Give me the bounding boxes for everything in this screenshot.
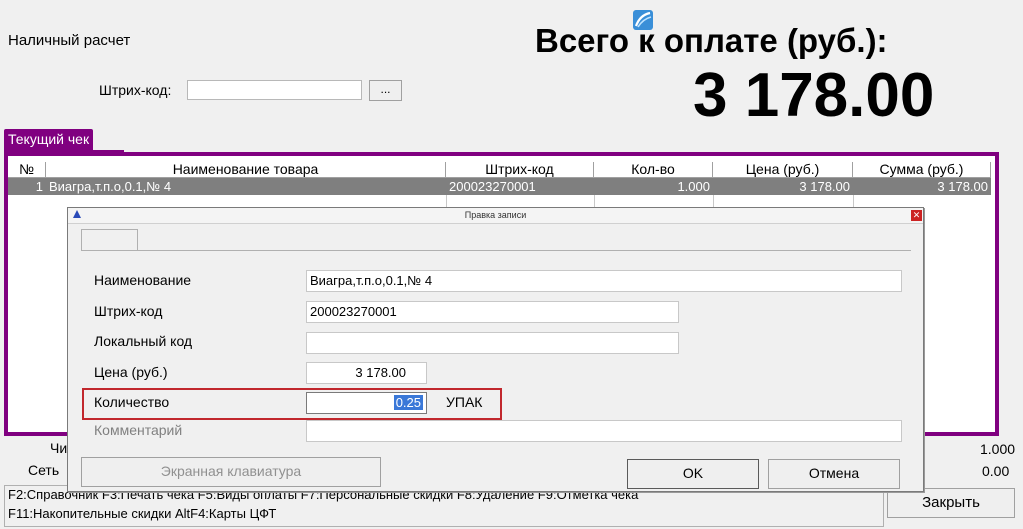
edit-record-dialog: Правка записи ✕ Наименование Виагра,т.п.… xyxy=(67,207,924,492)
cell-num: 1 xyxy=(35,179,43,194)
dialog-tab[interactable] xyxy=(81,229,138,250)
quantity-value: 0.25 xyxy=(393,395,423,410)
name-field[interactable]: Виагра,т.п.о,0.1,№ 4 xyxy=(306,270,902,292)
total-due-value: 3 178.00 xyxy=(693,61,935,130)
hotkey-hints-line-2: F11:Накопительные скидки AltF4:Карты ЦФТ xyxy=(8,506,277,521)
price-label: Цена (руб.) xyxy=(94,364,168,380)
col-header-sum[interactable]: Сумма (руб.) xyxy=(853,162,991,178)
comment-label: Комментарий xyxy=(94,422,183,438)
name-label: Наименование xyxy=(94,272,192,288)
cell-barcode: 200023270001 xyxy=(449,179,536,194)
dialog-close-icon[interactable]: ✕ xyxy=(911,210,922,221)
payment-mode-label: Наличный расчет xyxy=(8,32,131,49)
quantity-field[interactable]: 0.25 xyxy=(306,392,427,414)
receipt-table-header: № Наименование товара Штрих-код Кол-во Ц… xyxy=(8,162,991,178)
footer-value-network: 0.00 xyxy=(982,463,1010,479)
cell-qty: 1.000 xyxy=(677,179,710,194)
col-header-barcode[interactable]: Штрих-код xyxy=(446,162,594,178)
onscreen-keyboard-button[interactable]: Экранная клавиатура xyxy=(81,457,381,487)
dialog-app-icon xyxy=(73,210,81,218)
footer-label-count: Чи xyxy=(50,440,68,456)
close-button[interactable]: Закрыть xyxy=(887,488,1015,518)
barcode-browse-button[interactable]: ... xyxy=(369,80,402,101)
barcode-field[interactable]: 200023270001 xyxy=(306,301,679,323)
col-header-name[interactable]: Наименование товара xyxy=(46,162,446,178)
local-code-label: Локальный код xyxy=(94,333,193,349)
local-code-field[interactable] xyxy=(306,332,679,354)
comment-field[interactable] xyxy=(306,420,902,442)
cell-price: 3 178.00 xyxy=(799,179,850,194)
table-row[interactable]: 1 Виагра,т.п.о,0.1,№ 4 200023270001 1.00… xyxy=(8,178,991,195)
cell-name: Виагра,т.п.о,0.1,№ 4 xyxy=(49,179,172,194)
quantity-unit: УПАК xyxy=(446,394,483,410)
dialog-title: Правка записи xyxy=(68,208,923,224)
total-due-label: Всего к оплате (руб.): xyxy=(535,22,888,59)
col-header-price[interactable]: Цена (руб.) xyxy=(713,162,853,178)
footer-label-network: Сеть xyxy=(28,462,60,478)
quantity-label: Количество xyxy=(94,394,170,410)
barcode-field-label: Штрих-код xyxy=(94,303,163,319)
price-field[interactable]: 3 178.00 xyxy=(306,362,427,384)
col-header-num[interactable]: № xyxy=(8,162,46,178)
footer-value-count: 1.000 xyxy=(980,441,1016,457)
barcode-label: Штрих-код: xyxy=(99,82,172,98)
ok-button[interactable]: OK xyxy=(627,459,759,489)
cancel-button[interactable]: Отмена xyxy=(768,459,900,489)
barcode-input[interactable] xyxy=(187,80,362,100)
cell-sum: 3 178.00 xyxy=(937,179,988,194)
col-header-qty[interactable]: Кол-во xyxy=(594,162,713,178)
tab-current-receipt[interactable]: Текущий чек xyxy=(4,129,94,151)
dialog-panel-border xyxy=(81,250,911,251)
